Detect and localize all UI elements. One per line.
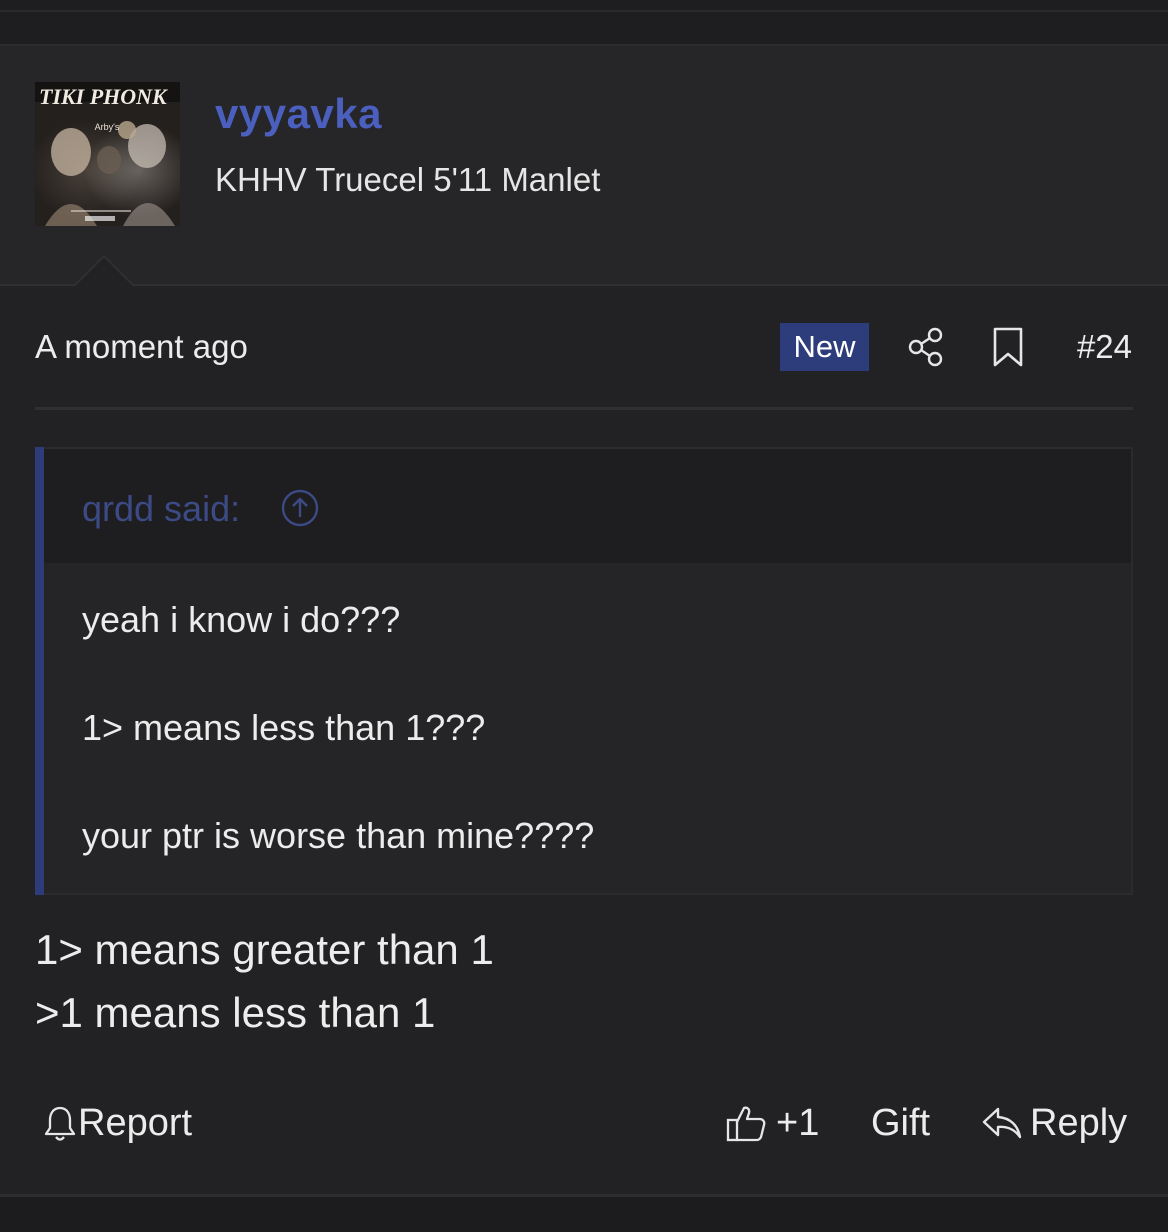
- arrow-up-circle-icon[interactable]: [280, 488, 320, 528]
- post: Arby's TIKI PHONK vyyavka KHHV Truecel 5…: [0, 46, 1168, 1194]
- quote-header: qrdd said:: [44, 449, 1131, 563]
- reply-arrow-icon: [982, 1107, 1022, 1139]
- bookmark-icon: [993, 327, 1023, 367]
- top-strip: [0, 0, 1168, 46]
- meta-divider: [35, 407, 1133, 410]
- post-body-line: >1 means less than 1: [35, 989, 436, 1036]
- avatar[interactable]: Arby's TIKI PHONK: [35, 82, 180, 226]
- quote-line: 1> means less than 1???: [82, 707, 486, 748]
- post-body-line: 1> means greater than 1: [35, 926, 494, 973]
- bookmark-button[interactable]: [988, 324, 1028, 370]
- user-title: KHHV Truecel 5'11 Manlet: [215, 161, 601, 198]
- user-header: Arby's TIKI PHONK vyyavka KHHV Truecel 5…: [0, 46, 1168, 286]
- quote-line: your ptr is worse than mine????: [82, 815, 595, 856]
- share-button[interactable]: [904, 324, 950, 370]
- new-badge: New: [780, 323, 869, 371]
- quote-block: qrdd said: yeah i know i do??? 1> means …: [35, 447, 1133, 895]
- quote-line: yeah i know i do???: [82, 599, 401, 640]
- username[interactable]: vyyavka: [215, 90, 382, 138]
- reaction-count: +1: [776, 1101, 820, 1144]
- reply-label: Reply: [1030, 1101, 1128, 1144]
- top-divider: [0, 10, 1168, 12]
- avatar-text: TIKI PHONK: [39, 84, 168, 109]
- avatar-image: Arby's TIKI PHONK: [35, 82, 180, 226]
- gift-label: Gift: [871, 1101, 931, 1144]
- quote-bar: [35, 447, 44, 895]
- thumbs-up-icon: [726, 1106, 766, 1142]
- svg-text:Arby's: Arby's: [95, 122, 120, 132]
- quote-author[interactable]: qrdd said:: [82, 488, 240, 530]
- reaction-button[interactable]: +1: [724, 1098, 819, 1148]
- post-bottom-border: [0, 1194, 1168, 1197]
- header-pointer: [74, 254, 134, 286]
- bell-icon: [44, 1106, 76, 1141]
- gift-button[interactable]: Gift: [871, 1098, 930, 1148]
- share-icon: [908, 327, 943, 367]
- report-label: Report: [78, 1101, 193, 1144]
- post-number[interactable]: #24: [1077, 328, 1132, 366]
- post-meta: A moment ago New #24: [0, 316, 1168, 380]
- report-button[interactable]: Report: [42, 1098, 192, 1148]
- post-timestamp[interactable]: A moment ago: [35, 328, 248, 366]
- reply-button[interactable]: Reply: [980, 1098, 1127, 1148]
